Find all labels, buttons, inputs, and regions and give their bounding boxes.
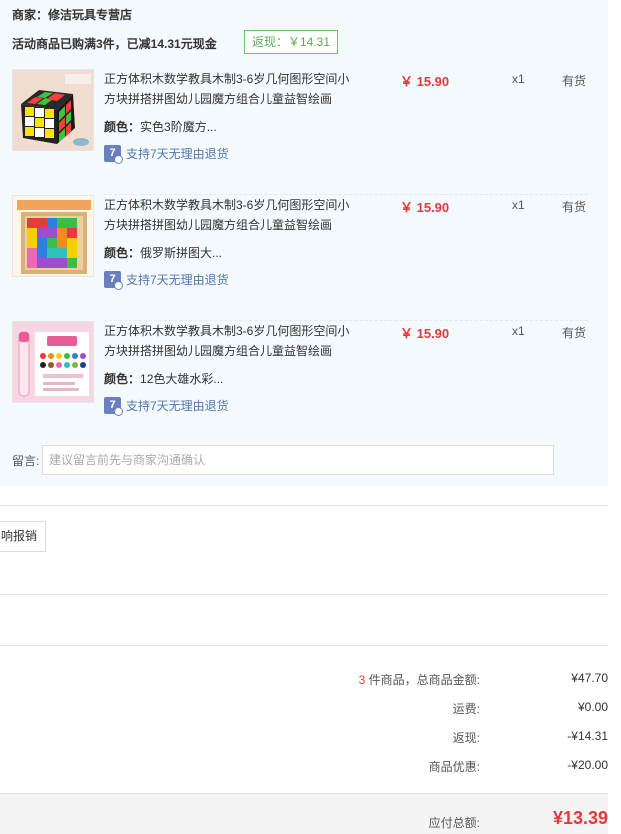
return-policy[interactable]: 7 支持7天无理由退货 bbox=[104, 397, 229, 416]
divider bbox=[0, 645, 608, 646]
item-qty: x1 bbox=[512, 72, 525, 86]
invoice-button[interactable]: 响报销 bbox=[0, 521, 46, 552]
subtotal-value: ¥47.70 bbox=[571, 671, 608, 685]
message-input[interactable] bbox=[42, 445, 554, 475]
cart-item: 正方体积木数学教具木制3-6岁几何图形空间小方块拼搭拼图幼儿园魔方组合儿童益智绘… bbox=[0, 195, 608, 321]
total-value: ¥13.39 bbox=[552, 808, 608, 828]
divider bbox=[0, 505, 608, 506]
shipping-value: ¥0.00 bbox=[577, 700, 608, 714]
total-bar: 应付总额: ¥13.39 bbox=[0, 793, 608, 834]
watercolor-set-image[interactable] bbox=[12, 321, 94, 403]
seven-day-return-icon: 7 bbox=[104, 397, 123, 416]
item-price: ￥ 15.90 bbox=[400, 200, 450, 215]
item-color: 颜色：实色3阶魔方... bbox=[104, 118, 217, 135]
color-value: 俄罗斯拼图大... bbox=[140, 246, 223, 260]
color-label: 颜色： bbox=[104, 246, 141, 260]
item-color: 颜色：12色大雄水彩... bbox=[104, 370, 223, 387]
return-policy-text: 支持7天无理由退货 bbox=[126, 147, 229, 161]
promo-text: 活动商品已购满3件，已减14.31元现金 bbox=[12, 37, 217, 51]
return-policy[interactable]: 7 支持7天无理由退货 bbox=[104, 145, 229, 164]
divider bbox=[0, 594, 608, 595]
return-policy-text: 支持7天无理由退货 bbox=[126, 399, 229, 413]
summary-shipping-row: 运费: ¥0.00 bbox=[0, 700, 608, 718]
item-color: 颜色：俄罗斯拼图大... bbox=[104, 244, 222, 261]
shipping-label: 运费: bbox=[452, 702, 480, 716]
seven-day-return-icon: 7 bbox=[104, 145, 123, 164]
shop-panel: 商家：修洁玩具专营店 活动商品已购满3件，已减14.31元现金 返现：￥14.3… bbox=[0, 0, 608, 486]
merchant-name[interactable]: 商家：修洁玩具专营店 bbox=[12, 6, 132, 23]
item-stock: 有货 bbox=[562, 200, 587, 214]
rebate-badge: 返现：￥14.31 bbox=[244, 30, 338, 54]
summary-rebate-row: 返现: -¥14.31 bbox=[0, 729, 608, 747]
summary-subtotal-row: 3 件商品，总商品金额: ¥47.70 bbox=[0, 671, 608, 689]
item-stock: 有货 bbox=[562, 326, 587, 340]
total-label: 应付总额: bbox=[428, 816, 480, 830]
return-policy-text: 支持7天无理由退货 bbox=[126, 273, 229, 287]
message-label: 留言: bbox=[12, 454, 40, 468]
item-title[interactable]: 正方体积木数学教具木制3-6岁几何图形空间小方块拼搭拼图幼儿园魔方组合儿童益智绘… bbox=[104, 195, 354, 235]
rubiks-cube-image[interactable] bbox=[12, 69, 94, 151]
discount-value: -¥20.00 bbox=[567, 758, 608, 772]
item-count-suffix: 件商品，总商品金额: bbox=[365, 673, 480, 687]
item-price: ￥ 15.90 bbox=[400, 326, 450, 341]
item-stock: 有货 bbox=[562, 74, 587, 88]
discount-label: 商品优惠: bbox=[428, 760, 480, 774]
color-value: 12色大雄水彩... bbox=[140, 372, 224, 386]
item-price: ￥ 15.90 bbox=[400, 74, 450, 89]
rebate-label: 返现: bbox=[452, 731, 480, 745]
color-label: 颜色： bbox=[104, 120, 141, 134]
item-title[interactable]: 正方体积木数学教具木制3-6岁几何图形空间小方块拼搭拼图幼儿园魔方组合儿童益智绘… bbox=[104, 69, 354, 109]
item-title[interactable]: 正方体积木数学教具木制3-6岁几何图形空间小方块拼搭拼图幼儿园魔方组合儿童益智绘… bbox=[104, 321, 354, 361]
tetris-puzzle-image[interactable] bbox=[12, 195, 94, 277]
subtotal-label: 3 件商品，总商品金额: bbox=[359, 671, 480, 688]
color-label: 颜色： bbox=[104, 372, 141, 386]
summary-discount-row: 商品优惠: -¥20.00 bbox=[0, 758, 608, 776]
rebate-value: -¥14.31 bbox=[567, 729, 608, 743]
item-qty: x1 bbox=[512, 198, 525, 212]
return-policy[interactable]: 7 支持7天无理由退货 bbox=[104, 271, 229, 290]
cart-item: 正方体积木数学教具木制3-6岁几何图形空间小方块拼搭拼图幼儿园魔方组合儿童益智绘… bbox=[0, 69, 608, 195]
cart-item: 正方体积木数学教具木制3-6岁几何图形空间小方块拼搭拼图幼儿园魔方组合儿童益智绘… bbox=[0, 321, 608, 447]
seven-day-return-icon: 7 bbox=[104, 271, 123, 290]
color-value: 实色3阶魔方... bbox=[140, 120, 217, 134]
item-qty: x1 bbox=[512, 324, 525, 338]
